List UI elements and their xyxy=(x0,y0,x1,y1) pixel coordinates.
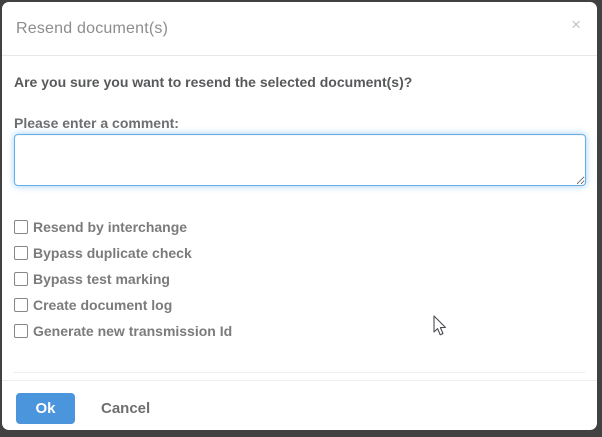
cancel-button[interactable]: Cancel xyxy=(101,400,150,417)
body-divider xyxy=(14,372,585,373)
close-icon[interactable]: × xyxy=(571,16,581,33)
checkbox-label[interactable]: Generate new transmission Id xyxy=(33,323,232,339)
checkbox-row-generate-new-transmission-id[interactable]: Generate new transmission Id xyxy=(14,318,585,344)
checkbox-row-bypass-test-marking[interactable]: Bypass test marking xyxy=(14,266,585,292)
checkbox-row-bypass-duplicate-check[interactable]: Bypass duplicate check xyxy=(14,240,585,266)
comment-label: Please enter a comment: xyxy=(14,116,585,131)
dialog-title: Resend document(s) xyxy=(16,20,168,38)
create-document-log-checkbox[interactable] xyxy=(14,298,28,312)
dialog-body: Are you sure you want to resend the sele… xyxy=(2,56,597,373)
dialog-header: Resend document(s) × xyxy=(2,2,597,56)
checkbox-label[interactable]: Resend by interchange xyxy=(33,219,187,235)
checkbox-label[interactable]: Create document log xyxy=(33,297,172,313)
options-checkbox-group: Resend by interchange Bypass duplicate c… xyxy=(14,214,585,344)
bypass-test-marking-checkbox[interactable] xyxy=(14,272,28,286)
resend-documents-dialog: Resend document(s) × Are you sure you wa… xyxy=(2,2,597,430)
ok-button[interactable]: Ok xyxy=(16,393,75,424)
resend-by-interchange-checkbox[interactable] xyxy=(14,220,28,234)
checkbox-row-create-document-log[interactable]: Create document log xyxy=(14,292,585,318)
checkbox-label[interactable]: Bypass test marking xyxy=(33,271,170,287)
bypass-duplicate-check-checkbox[interactable] xyxy=(14,246,28,260)
checkbox-label[interactable]: Bypass duplicate check xyxy=(33,245,192,261)
confirmation-question: Are you sure you want to resend the sele… xyxy=(14,75,585,90)
generate-new-transmission-id-checkbox[interactable] xyxy=(14,324,28,338)
checkbox-row-resend-by-interchange[interactable]: Resend by interchange xyxy=(14,214,585,240)
comment-textarea[interactable] xyxy=(14,134,586,186)
dialog-footer: Ok Cancel xyxy=(2,380,597,424)
